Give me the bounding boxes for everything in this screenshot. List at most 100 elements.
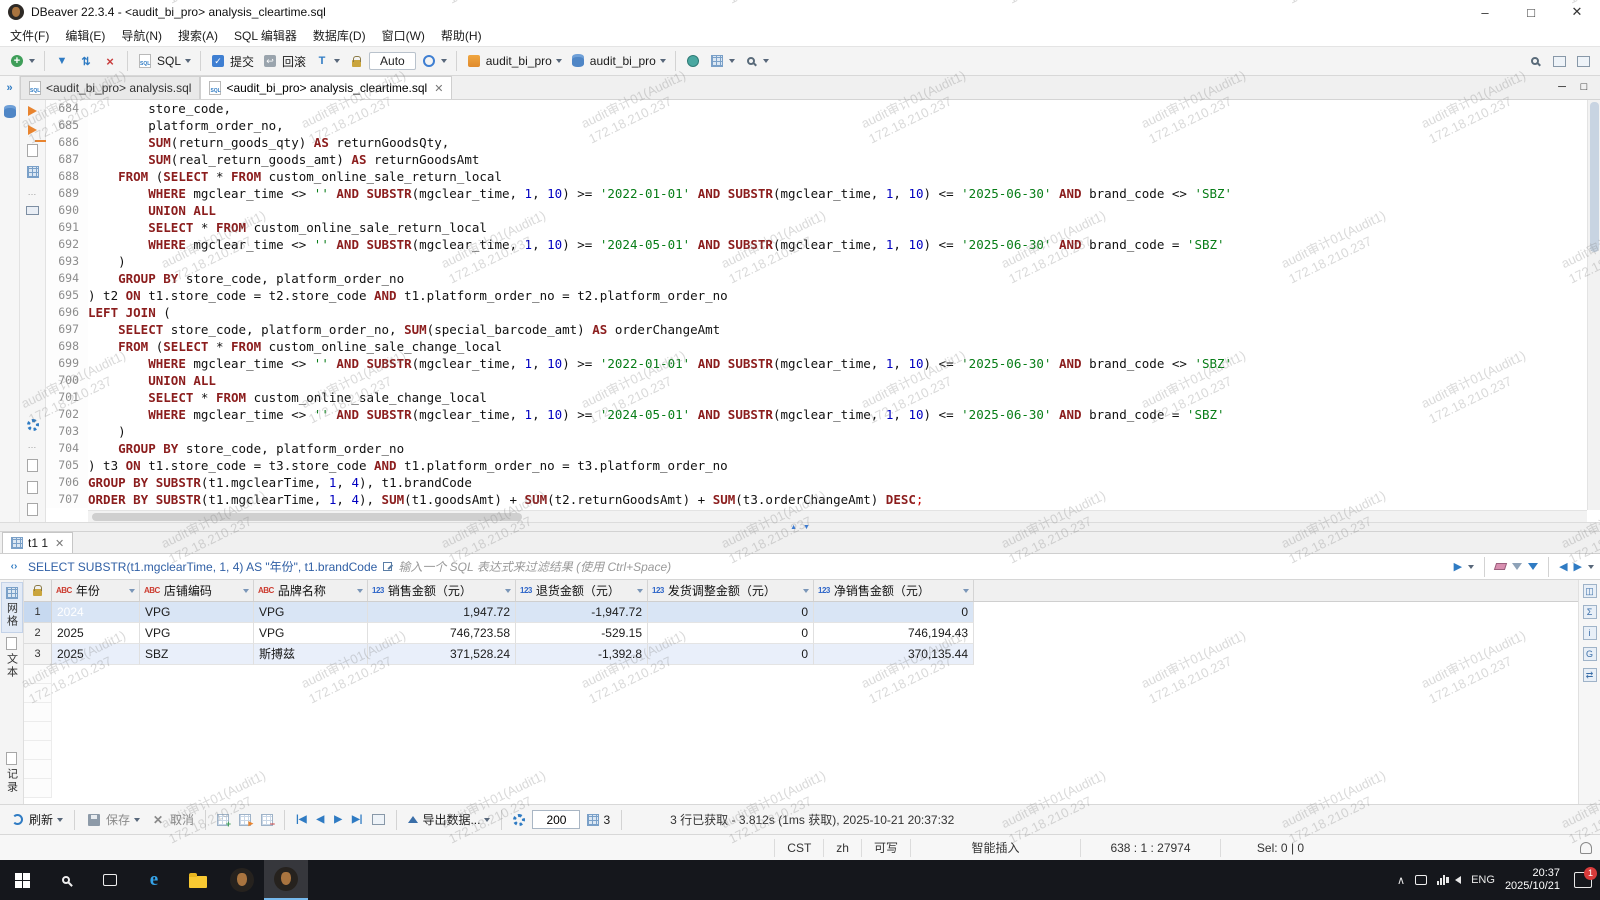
- table-cell[interactable]: 斯搏兹: [254, 644, 368, 665]
- code-line[interactable]: 704 GROUP BY store_code, platform_order_…: [46, 440, 1587, 457]
- code-line[interactable]: 687 SUM(real_return_goods_amt) AS return…: [46, 151, 1587, 168]
- restore-panel-icon[interactable]: »: [2, 80, 18, 96]
- expand-icon[interactable]: [383, 562, 392, 571]
- code-line[interactable]: 693 ): [46, 253, 1587, 270]
- calculator-panel-icon[interactable]: Σ: [1583, 605, 1597, 619]
- menu-search[interactable]: 搜索(A): [170, 25, 226, 46]
- column-dropdown-icon[interactable]: [243, 589, 249, 593]
- cursor-position-indicator[interactable]: 638 : 1 : 27974: [1080, 839, 1220, 857]
- row-number[interactable]: 1: [24, 602, 52, 623]
- taskbar-explorer-button[interactable]: [176, 860, 220, 900]
- row-number[interactable]: 2: [24, 623, 52, 644]
- more-icon[interactable]: …: [28, 440, 38, 450]
- table-cell[interactable]: VPG: [254, 602, 368, 623]
- database-navigator-icon[interactable]: [2, 104, 18, 120]
- column-header-2[interactable]: ABC店铺编码: [140, 580, 254, 601]
- apply-filter-icon[interactable]: ▶: [1454, 560, 1462, 573]
- more-icon[interactable]: …: [28, 187, 38, 197]
- table-cell[interactable]: -1,947.72: [516, 602, 648, 623]
- network-icon[interactable]: [1437, 875, 1445, 885]
- menu-sql-editor[interactable]: SQL 编辑器: [226, 25, 305, 46]
- log-icon[interactable]: [27, 503, 38, 516]
- action-center-icon[interactable]: 1: [1574, 872, 1592, 888]
- schema-selector[interactable]: audit_bi_pro: [567, 51, 669, 71]
- grid-view-tab[interactable]: 网格: [1, 582, 23, 633]
- column-header-6[interactable]: 123发货调整金额（元）: [648, 580, 814, 601]
- taskbar-edge-button[interactable]: e: [132, 860, 176, 900]
- abort-button[interactable]: ×: [99, 51, 121, 71]
- table-cell[interactable]: 371,528.24: [368, 644, 516, 665]
- splitter-up-icon[interactable]: ▲: [790, 524, 797, 531]
- maximize-editor-icon[interactable]: □: [1576, 79, 1592, 95]
- open-sql-button[interactable]: ▼: [51, 51, 73, 71]
- chevron-down-icon[interactable]: [1468, 565, 1474, 569]
- statistics-icon[interactable]: [27, 166, 39, 178]
- query-history-dropdown[interactable]: [418, 51, 450, 71]
- delete-row-button[interactable]: −: [258, 812, 276, 828]
- column-header-3[interactable]: ABC品牌名称: [254, 580, 368, 601]
- export-script-icon[interactable]: [27, 459, 38, 472]
- column-header-1[interactable]: ABC年份: [52, 580, 140, 601]
- sql-editor-dropdown[interactable]: SQL: [134, 51, 194, 71]
- table-cell[interactable]: -1,392.8: [516, 644, 648, 665]
- maximize-button[interactable]: □: [1508, 0, 1554, 24]
- first-row-button[interactable]: |◀: [293, 812, 310, 827]
- taskbar-app-button[interactable]: [220, 860, 264, 900]
- sync-button[interactable]: ⇅: [75, 51, 97, 71]
- menu-database[interactable]: 数据库(D): [305, 25, 374, 46]
- table-row[interactable]: 22025VPGVPG746,723.58-529.150746,194.43: [24, 623, 1578, 644]
- column-dropdown-icon[interactable]: [357, 589, 363, 593]
- code-line[interactable]: 685 platform_order_no,: [46, 117, 1587, 134]
- table-cell[interactable]: VPG: [140, 623, 254, 644]
- menu-help[interactable]: 帮助(H): [433, 25, 490, 46]
- grouping-panel-icon[interactable]: G: [1583, 647, 1597, 661]
- code-line[interactable]: 691 SELECT * FROM custom_online_sale_ret…: [46, 219, 1587, 236]
- table-cell[interactable]: 2024: [52, 602, 140, 623]
- notification-bell-icon[interactable]: [1580, 842, 1592, 854]
- menu-file[interactable]: 文件(F): [2, 25, 57, 46]
- table-cell[interactable]: 0: [814, 602, 974, 623]
- add-row-button[interactable]: +: [214, 812, 232, 828]
- display-icon[interactable]: [1415, 875, 1427, 885]
- result-grid[interactable]: ABC年份ABC店铺编码ABC品牌名称123销售金额（元）123退货金额（元）1…: [24, 580, 1578, 804]
- code-line[interactable]: 700 UNION ALL: [46, 372, 1587, 389]
- table-cell[interactable]: 746,194.43: [814, 623, 974, 644]
- column-header-5[interactable]: 123退货金额（元）: [516, 580, 648, 601]
- metadata-panel-icon[interactable]: i: [1583, 626, 1597, 640]
- save-script-icon[interactable]: [27, 481, 38, 494]
- record-mode-tab[interactable]: 记录: [2, 748, 22, 798]
- table-cell[interactable]: SBZ: [140, 644, 254, 665]
- grid-corner-cell[interactable]: [24, 580, 52, 601]
- last-row-button[interactable]: ▶|: [349, 812, 366, 827]
- duplicate-row-button[interactable]: ▸: [236, 812, 254, 828]
- column-header-7[interactable]: 123净销售金额（元）: [814, 580, 974, 601]
- history-back-icon[interactable]: ◀: [1559, 560, 1567, 573]
- code-line[interactable]: 686 SUM(return_goods_qty) AS returnGoods…: [46, 134, 1587, 151]
- next-row-button[interactable]: ▶: [331, 812, 345, 827]
- rollback-button[interactable]: ↩回滚: [259, 51, 309, 72]
- speaker-icon[interactable]: [1455, 876, 1461, 884]
- column-dropdown-icon[interactable]: [505, 589, 511, 593]
- transaction-lock-button[interactable]: [345, 51, 367, 71]
- code-line[interactable]: 699 WHERE mgclear_time <> '' AND SUBSTR(…: [46, 355, 1587, 372]
- minimize-button[interactable]: –: [1462, 0, 1508, 24]
- new-connection-button[interactable]: +: [6, 51, 38, 71]
- export-data-button[interactable]: 导出数据...: [405, 809, 493, 830]
- goto-row-button[interactable]: [369, 812, 388, 827]
- code-line[interactable]: 694 GROUP BY store_code, platform_order_…: [46, 270, 1587, 287]
- table-cell[interactable]: 2025: [52, 644, 140, 665]
- table-row[interactable]: 12024VPGVPG1,947.72-1,947.7200: [24, 602, 1578, 623]
- custom-filter-icon[interactable]: [1512, 563, 1522, 570]
- task-view-button[interactable]: [88, 860, 132, 900]
- column-dropdown-icon[interactable]: [803, 589, 809, 593]
- code-line[interactable]: 698 FROM (SELECT * FROM custom_online_sa…: [46, 338, 1587, 355]
- table-cell[interactable]: 2025: [52, 623, 140, 644]
- text-view-tab[interactable]: 文本: [2, 633, 22, 683]
- minimize-editor-icon[interactable]: ─: [1554, 79, 1570, 95]
- editor-vertical-scrollbar[interactable]: [1587, 100, 1600, 510]
- language-indicator[interactable]: ENG: [1471, 874, 1495, 886]
- settings-button[interactable]: [510, 812, 528, 828]
- start-button[interactable]: [0, 860, 44, 900]
- commit-button[interactable]: ✓提交: [207, 51, 257, 72]
- clear-filter-icon[interactable]: [1494, 563, 1507, 570]
